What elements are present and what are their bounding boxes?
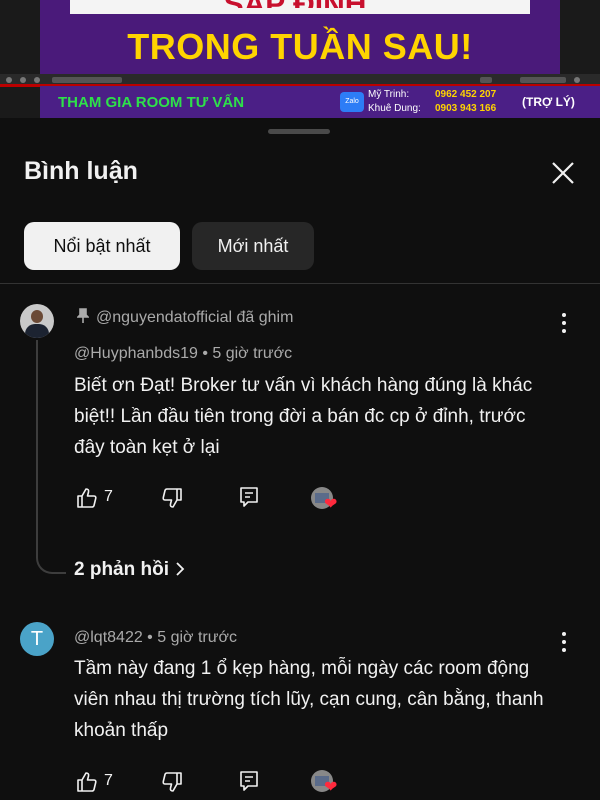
next-icon[interactable] xyxy=(20,77,26,83)
zalo-logo-icon: Zalo xyxy=(340,92,364,112)
more-vert-icon xyxy=(562,313,566,333)
like-count: 7 xyxy=(104,772,113,789)
pinned-text: @nguyendatofficial đã ghim xyxy=(96,309,294,326)
like-count: 7 xyxy=(104,488,113,505)
filter-newest[interactable]: Mới nhất xyxy=(192,222,314,270)
video-banner-fragment: SẮP ĐỈNH xyxy=(80,0,510,8)
close-button[interactable] xyxy=(548,158,578,188)
reply-icon xyxy=(240,771,258,791)
dislike-icon xyxy=(162,772,182,792)
dislike-icon xyxy=(162,488,182,508)
thread-line xyxy=(36,340,66,574)
close-icon xyxy=(552,162,574,184)
contact2-phone: 0903 943 166 xyxy=(435,103,497,114)
comment-menu-button[interactable] xyxy=(556,312,572,334)
comment-meta[interactable]: @Huyphanbds19 • 5 giờ trước xyxy=(74,345,292,363)
creator-heart-badge: ❤ xyxy=(311,770,343,800)
volume-slider[interactable] xyxy=(520,77,566,83)
filter-top-comments[interactable]: Nổi bật nhất xyxy=(24,222,180,270)
dislike-button[interactable] xyxy=(160,770,184,794)
like-button[interactable] xyxy=(75,486,99,510)
like-icon xyxy=(77,488,97,508)
contact1-phone: 0962 452 207 xyxy=(435,89,497,100)
comment-text: Tầm này đang 1 ổ kẹp hàng, mỗi ngày các … xyxy=(74,658,544,741)
like-icon xyxy=(77,772,97,792)
promo-banner: THAM GIA ROOM TƯ VẤN Zalo Mỹ Trinh: 0962… xyxy=(40,86,600,118)
like-button[interactable] xyxy=(75,770,99,794)
replies-label: 2 phản hồi xyxy=(74,559,169,580)
view-replies-button[interactable]: 2 phản hồi xyxy=(74,559,185,581)
contact2-name: Khuê Dung: xyxy=(368,103,421,114)
time-display xyxy=(52,77,122,83)
assistant-label: (TRỢ LÝ) xyxy=(522,95,575,109)
avatar[interactable]: T xyxy=(20,622,54,656)
comment-text: Biết ơn Đạt! Broker tư vấn vì khách hàng… xyxy=(74,375,533,458)
video-player[interactable]: SẮP ĐỈNH TRONG TUẦN SAU! THAM GIA ROOM T… xyxy=(0,0,600,118)
reply-button[interactable] xyxy=(237,769,261,793)
chevron-right-icon xyxy=(176,562,185,576)
reply-icon xyxy=(240,487,258,507)
drag-handle[interactable] xyxy=(268,129,330,134)
dislike-button[interactable] xyxy=(160,486,184,510)
reply-button[interactable] xyxy=(237,485,261,509)
more-vert-icon xyxy=(562,632,566,652)
fullscreen-icon[interactable] xyxy=(574,77,580,83)
volume-icon[interactable] xyxy=(34,77,40,83)
divider xyxy=(0,283,600,284)
avatar[interactable] xyxy=(20,304,54,338)
creator-heart-icon: ❤ xyxy=(324,496,338,513)
promo-cta: THAM GIA ROOM TƯ VẤN xyxy=(58,94,245,111)
contact1-name: Mỹ Trinh: xyxy=(368,89,410,100)
creator-heart-badge: ❤ xyxy=(311,487,343,517)
comment-menu-button[interactable] xyxy=(556,631,572,653)
video-headline: TRONG TUẦN SAU! xyxy=(127,26,473,67)
panel-title: Bình luận xyxy=(24,157,138,185)
play-icon[interactable] xyxy=(6,77,12,83)
pinned-label: @nguyendatofficial đã ghim xyxy=(77,308,293,327)
pin-icon xyxy=(77,308,89,323)
creator-heart-icon: ❤ xyxy=(324,779,338,796)
comment-meta[interactable]: @lqt8422 • 5 giờ trước xyxy=(74,629,237,647)
settings-icon[interactable] xyxy=(480,77,492,83)
